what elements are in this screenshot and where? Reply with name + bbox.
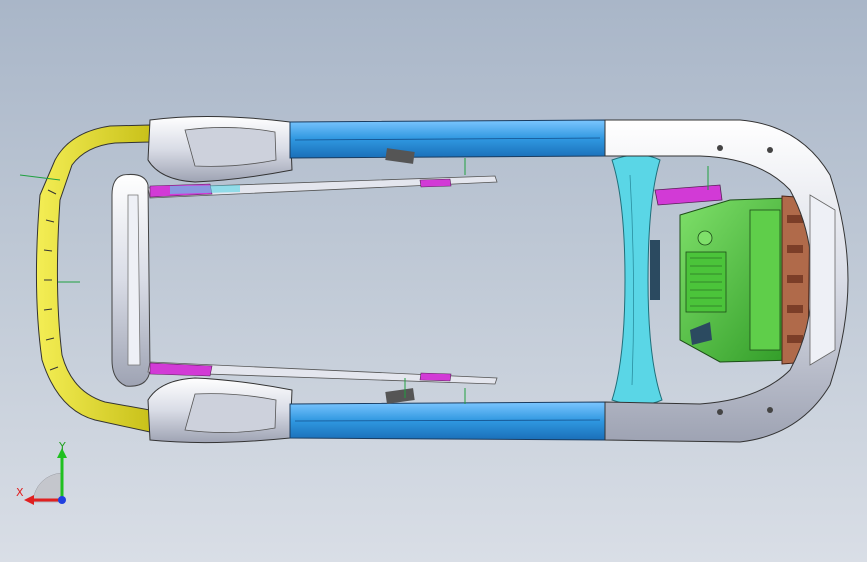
x-axis-label: X [16, 486, 24, 499]
triad-plane [32, 472, 63, 503]
battery-tray[interactable] [679, 197, 796, 363]
y-axis-label: Y [58, 440, 66, 453]
rear-wheelhouse-bottom[interactable] [147, 377, 293, 444]
side-rail-bottom[interactable] [289, 388, 606, 441]
z-axis-dot [58, 496, 66, 504]
front-bracket-magenta[interactable] [654, 166, 723, 206]
rear-wheelhouse-top[interactable] [147, 115, 293, 183]
front-crossmember[interactable] [611, 154, 663, 406]
rear-panel[interactable] [111, 174, 151, 387]
cad-viewport[interactable]: X Y [0, 0, 867, 562]
x-axis-arrowhead [24, 495, 34, 505]
axis-triad: X Y [16, 440, 67, 505]
side-rail-top[interactable] [289, 119, 606, 175]
